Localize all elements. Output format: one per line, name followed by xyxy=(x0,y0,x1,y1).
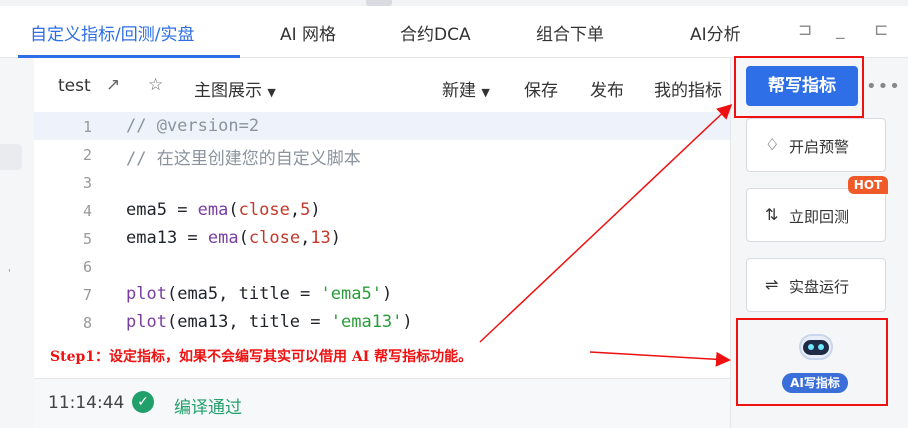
annotation-arrows xyxy=(479,103,733,367)
arrow-to-ai-write xyxy=(589,351,731,367)
arrow-to-help-write xyxy=(479,103,733,343)
